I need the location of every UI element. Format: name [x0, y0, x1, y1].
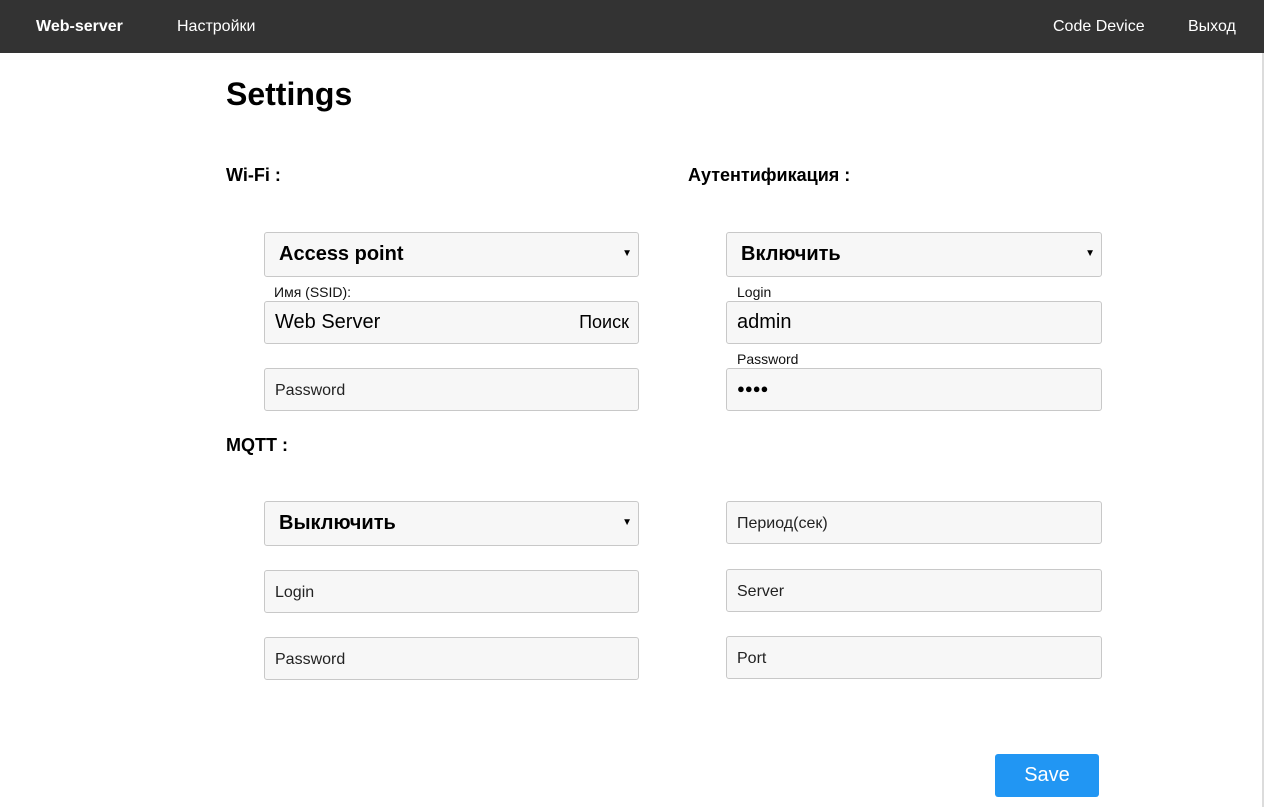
mqtt-period-input[interactable]: Период(сек) [726, 501, 1102, 544]
mqtt-port-input[interactable]: Port [726, 636, 1102, 679]
auth-password-masked: ●●●● [737, 381, 769, 396]
auth-section-title: Аутентификация : [688, 165, 851, 185]
wifi-section-title: Wi-Fi : [226, 165, 281, 185]
auth-password-label: Password [737, 351, 799, 367]
auth-mode-select[interactable]: Включить ▼ [726, 232, 1102, 277]
mqtt-period-placeholder: Период(сек) [737, 515, 828, 532]
mqtt-port-placeholder: Port [737, 650, 767, 667]
nav-settings-link[interactable]: Настройки [177, 0, 255, 53]
ssid-search-button[interactable]: Поиск [579, 302, 629, 343]
nav-code-device-link[interactable]: Code Device [1053, 0, 1145, 53]
top-navbar: Web-server Настройки Code Device Выход [0, 0, 1264, 53]
ssid-label: Имя (SSID): [274, 284, 352, 300]
wifi-mode-select[interactable]: Access point ▼ [264, 232, 639, 277]
mqtt-server-input[interactable]: Server [726, 569, 1102, 612]
wifi-password-input[interactable]: Password [264, 368, 639, 411]
wifi-password-placeholder: Password [275, 382, 346, 399]
ssid-input[interactable]: Web Server Поиск [264, 301, 639, 344]
auth-mode-selected: Включить [741, 243, 841, 265]
mqtt-password-input[interactable]: Password [264, 637, 639, 680]
save-button[interactable]: Save [995, 754, 1099, 797]
mqtt-login-placeholder: Login [275, 584, 315, 601]
auth-password-input[interactable]: ●●●● [726, 368, 1102, 411]
auth-login-input[interactable]: admin [726, 301, 1102, 344]
nav-exit-link[interactable]: Выход [1188, 0, 1236, 53]
auth-login-label: Login [737, 284, 772, 300]
dropdown-caret-icon: ▼ [1085, 248, 1095, 259]
mqtt-server-placeholder: Server [737, 583, 785, 600]
mqtt-section-title: MQTT : [226, 435, 288, 455]
mqtt-mode-selected: Выключить [279, 512, 396, 534]
mqtt-mode-select[interactable]: Выключить ▼ [264, 501, 639, 546]
mqtt-password-placeholder: Password [275, 651, 346, 668]
mqtt-login-input[interactable]: Login [264, 570, 639, 613]
dropdown-caret-icon: ▼ [622, 517, 632, 528]
page-title: Settings [226, 76, 353, 112]
ssid-value: Web Server [275, 311, 381, 333]
wifi-mode-selected: Access point [279, 243, 404, 265]
auth-login-value: admin [737, 311, 792, 333]
dropdown-caret-icon: ▼ [622, 248, 632, 259]
brand-link[interactable]: Web-server [36, 0, 123, 53]
